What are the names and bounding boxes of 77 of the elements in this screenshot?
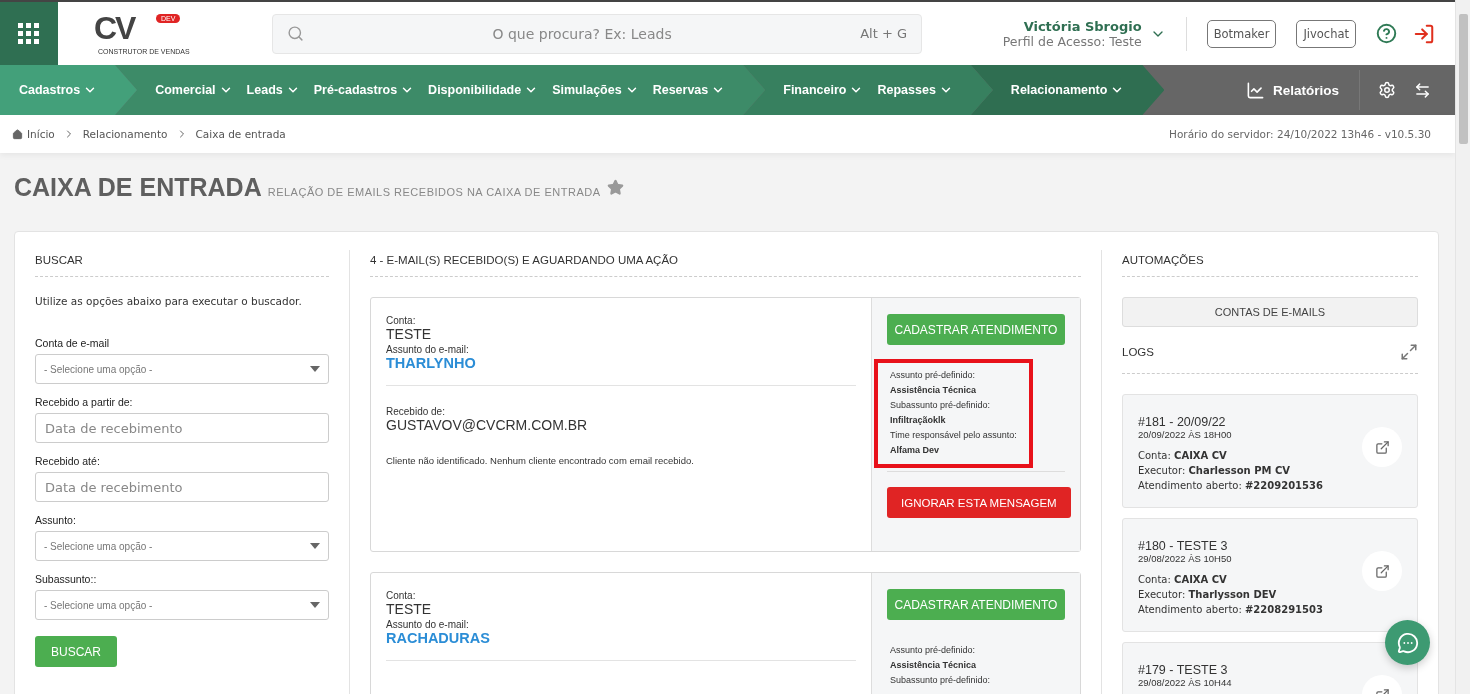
logo-letters: CV xyxy=(94,11,135,44)
select-field[interactable]: - Selecione uma opção - xyxy=(35,590,329,620)
account-name: TESTE xyxy=(386,326,433,342)
detail-label: Time responsável pelo assunto: xyxy=(890,429,1017,442)
log-detail: Atendimento aberto: #2209201536 xyxy=(1138,479,1323,493)
nav-menu-item[interactable]: Reservas xyxy=(652,83,726,97)
section-title: BUSCAR xyxy=(35,250,329,277)
nav-menu-item[interactable]: Relacionamento xyxy=(1010,83,1125,97)
field-label: Conta: xyxy=(386,590,417,601)
user-name[interactable]: Victória Sbrogio xyxy=(1023,18,1142,34)
detail-label: Assunto pré-definido: xyxy=(890,644,977,657)
field-label: Assunto do e-mail: xyxy=(386,619,470,630)
nav-menu-item[interactable]: Cadastros xyxy=(19,83,98,97)
sender-email: GUSTAVOV@CVCRM.COM.BR xyxy=(386,417,589,433)
email-subject-link[interactable]: RACHADURAS xyxy=(386,630,856,646)
client-note: Cliente não identificado. Nenhum cliente encontrado com email recebido. xyxy=(386,455,695,466)
date-input-field[interactable]: Data de recebimento xyxy=(35,472,329,502)
date-input-field[interactable]: Data de recebimento xyxy=(35,413,329,443)
breadcrumb-link[interactable]: Caixa de entrada xyxy=(195,128,286,140)
log-title: #181 - 20/09/22 xyxy=(1138,415,1227,429)
nav-menu-item[interactable]: Pré-cadastros xyxy=(313,83,415,97)
log-detail: Atendimento aberto: #2208291503 xyxy=(1138,603,1323,617)
detail-value: Infiltraçãoklk xyxy=(890,414,947,427)
user-profile: Perfil de Acesso: Teste xyxy=(1002,33,1142,49)
log-detail: Conta: CAIXA CV xyxy=(1138,449,1227,463)
log-detail: Executor: Charlesson PM CV xyxy=(1138,464,1290,478)
detail-value: Assistência Técnica xyxy=(890,659,978,672)
ignore-button[interactable]: IGNORAR ESTA MENSAGEM xyxy=(887,487,1071,518)
section-title: AUTOMAÇÕES xyxy=(1122,250,1418,277)
email-accounts-button[interactable]: CONTAS DE E-MAILS xyxy=(1122,297,1418,327)
detail-label: Assunto pré-definido: xyxy=(890,369,977,382)
breadcrumb-link[interactable]: Relacionamento xyxy=(82,128,168,140)
field-label: Recebido de: xyxy=(386,406,446,417)
field-label: Assunto do e-mail: xyxy=(386,344,470,355)
page-subtitle: RELAÇÃO DE EMAILS RECEBIDOS NA CAIXA DE ENTRADA xyxy=(267,186,601,198)
field-label: Assunto: xyxy=(35,514,77,526)
detail-label: Subassunto pré-definido: xyxy=(890,674,992,687)
email-subject-link[interactable]: THARLYNHO xyxy=(386,355,856,371)
chat-service-button[interactable]: Jivochat xyxy=(1296,19,1356,48)
log-title: #179 - TESTE 3 xyxy=(1138,663,1229,677)
search-bar[interactable]: O que procura? Ex: Leads Alt + G xyxy=(272,13,922,54)
server-time: Horário do servidor: 24/10/2022 13h46 - v10.5.30 xyxy=(1169,128,1431,140)
shortcut-hint: Alt + G xyxy=(860,26,907,41)
nav-menu-item[interactable]: Simulações xyxy=(552,83,639,97)
register-button[interactable]: CADASTRAR ATENDIMENTO xyxy=(887,589,1065,620)
log-detail: Conta: CAIXA CV xyxy=(1138,573,1227,587)
page-title: CAIXA DE ENTRADA xyxy=(14,173,262,202)
account-name: TESTE xyxy=(386,601,433,617)
field-label: Conta de e-mail xyxy=(35,337,111,349)
field-label: Recebido a partir de: xyxy=(35,396,134,408)
detail-value: Assistência Técnica xyxy=(890,384,978,397)
chat-service-button[interactable]: Botmaker xyxy=(1206,19,1277,48)
section-title: LOGS xyxy=(1122,346,1154,358)
search-hint: Utilize as opções abaixo para executar o buscador. xyxy=(35,295,303,307)
nav-menu-item[interactable]: Leads xyxy=(246,83,300,97)
nav-menu-item[interactable]: Disponibilidade xyxy=(428,83,539,97)
register-button[interactable]: CADASTRAR ATENDIMENTO xyxy=(887,314,1065,345)
breadcrumb-link[interactable]: Início xyxy=(12,128,55,140)
reports-link[interactable]: Relatórios xyxy=(1225,70,1360,110)
log-date: 20/09/2022 ÀS 18H00 xyxy=(1138,429,1232,440)
log-date: 29/08/2022 ÀS 10H44 xyxy=(1138,677,1232,688)
field-label: Recebido até: xyxy=(35,455,101,467)
log-title: #180 - TESTE 3 xyxy=(1138,539,1229,553)
search-button[interactable]: BUSCAR xyxy=(35,636,117,667)
search-input[interactable]: O que procura? Ex: Leads xyxy=(304,24,861,43)
log-detail: Executor: Tharlysson DEV xyxy=(1138,588,1277,602)
select-field[interactable]: - Selecione uma opção - xyxy=(35,354,329,384)
field-label: Conta: xyxy=(386,315,417,326)
log-date: 29/08/2022 ÀS 10H50 xyxy=(1138,553,1232,564)
detail-value: Alfama Dev xyxy=(890,444,941,457)
select-field[interactable]: - Selecione uma opção - xyxy=(35,531,329,561)
field-label: Subassunto:: xyxy=(35,573,98,585)
nav-menu-item[interactable]: Comercial xyxy=(155,83,233,97)
nav-menu-item[interactable]: Repasses xyxy=(877,83,953,97)
nav-menu-item[interactable]: Financeiro xyxy=(783,83,864,97)
detail-label: Subassunto pré-definido: xyxy=(890,399,992,412)
section-title: 4 - E-MAIL(S) RECEBIDO(S) E AGUARDANDO UMA AÇÃO xyxy=(370,250,1081,277)
